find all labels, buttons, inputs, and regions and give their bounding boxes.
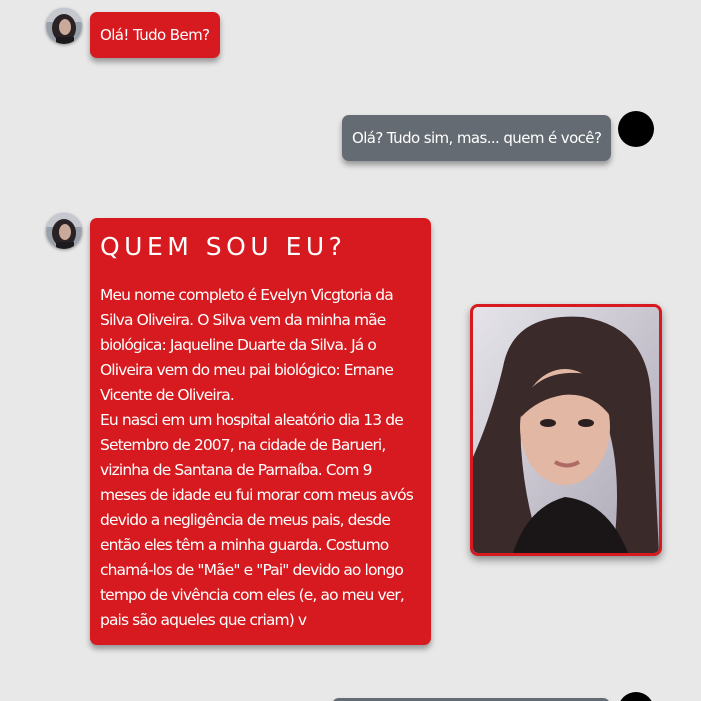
sender-avatar[interactable] (46, 213, 82, 249)
user-avatar[interactable] (618, 111, 654, 147)
sender-avatar[interactable] (46, 8, 82, 44)
bio-paragraph-1: Meu nome completo é Evelyn Vicgtoria da … (100, 286, 394, 404)
reply-message-text: Olá? Tudo sim, mas... quem é você? (352, 129, 602, 147)
bio-message-bubble: QUEM SOU EU? Meu nome completo é Evelyn … (90, 218, 431, 645)
bio-paragraph-2: Eu nasci em um hospital aleatório dia 13… (100, 411, 414, 629)
user-avatar[interactable] (618, 692, 654, 701)
chat-thread: Olá! Tudo Bem? Olá? Tudo sim, mas... que… (0, 0, 701, 701)
bio-title: QUEM SOU EU? (100, 232, 347, 261)
greeting-message-bubble: Olá! Tudo Bem? (90, 12, 220, 58)
bio-text: Meu nome completo é Evelyn Vicgtoria da … (100, 283, 421, 633)
profile-photo (470, 304, 662, 556)
greeting-message-text: Olá! Tudo Bem? (100, 26, 210, 44)
reply-message-bubble: Olá? Tudo sim, mas... quem é você? (342, 115, 612, 161)
